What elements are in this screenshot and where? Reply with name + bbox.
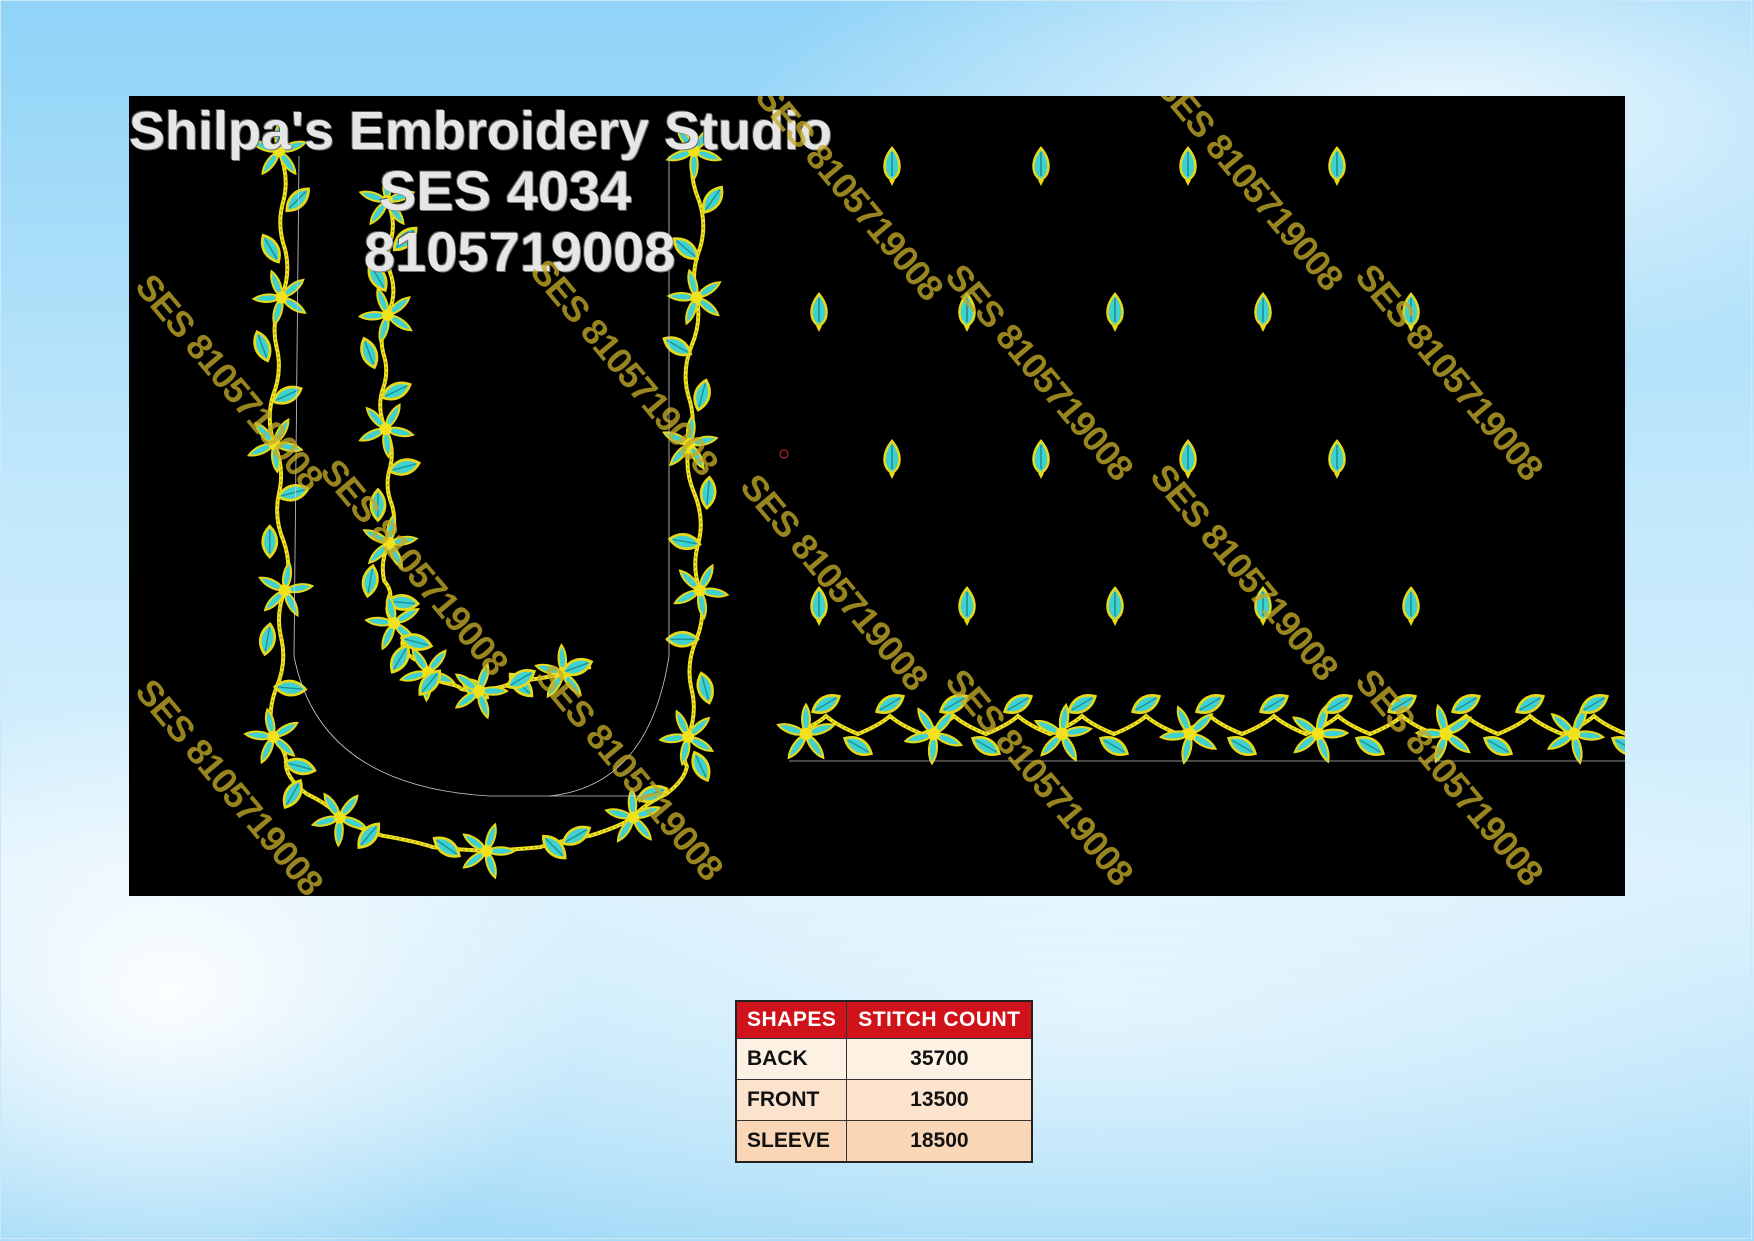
outer-neck-leaf-motif <box>261 524 279 559</box>
buti-motif <box>1328 146 1346 188</box>
outer-neck-flower-motif <box>650 696 729 776</box>
outer-neck-leaf-motif <box>686 748 716 785</box>
sleeve-border-leaf-motif <box>1351 730 1389 762</box>
outer-neck-leaf-motif <box>272 678 308 698</box>
outer-neck-leaf-motif <box>693 669 718 707</box>
shape-name: SLEEVE <box>735 1120 848 1163</box>
buti-motif <box>958 586 976 628</box>
stitch-count: 13500 <box>846 1079 1033 1121</box>
outer-neck-leaf-motif <box>665 630 700 648</box>
inner-neck-flower-motif <box>354 395 420 464</box>
inner-neck-leaf-motif <box>359 563 382 599</box>
outer-neck-leaf-motif <box>256 621 279 657</box>
buti-motif <box>1032 439 1050 481</box>
stitch-count-table: SHAPES STITCH COUNT BACK 35700 FRONT 135… <box>735 1000 1034 1163</box>
sleeve-border-leaf-motif <box>1607 730 1625 762</box>
buti-motif <box>883 439 901 481</box>
buti-motif <box>1106 586 1124 628</box>
stitch-count: 18500 <box>846 1120 1033 1163</box>
shape-name: FRONT <box>735 1079 848 1121</box>
stitch-count-header: STITCH COUNT <box>846 1000 1033 1039</box>
buti-motif <box>810 292 828 334</box>
buti-motif <box>1179 146 1197 188</box>
table-row: BACK 35700 <box>735 1038 1033 1080</box>
outer-neck-leaf-motif <box>249 328 276 365</box>
needle-start-marker <box>779 449 789 459</box>
sleeve-border-leaf-motif <box>839 730 877 762</box>
table-header-row: SHAPES STITCH COUNT <box>735 1000 1033 1039</box>
sleeve-border-leaf-motif <box>1223 730 1261 762</box>
buti-motif <box>1106 292 1124 334</box>
sleeve-border-leaf-motif <box>1479 730 1517 762</box>
buti-motif <box>1254 292 1272 334</box>
embroidery-design-canvas: Shilpa's Embroidery Studio SES 4034 8105… <box>129 96 1625 896</box>
buti-motif <box>1032 146 1050 188</box>
buti-motif <box>1402 586 1420 628</box>
shapes-header: SHAPES <box>735 1000 848 1039</box>
stitch-count: 35700 <box>846 1038 1033 1080</box>
table-row: SLEEVE 18500 <box>735 1120 1033 1163</box>
buti-motif <box>1328 439 1346 481</box>
outer-neck-flower-motif <box>247 554 324 629</box>
table-row: FRONT 13500 <box>735 1079 1033 1121</box>
outer-neck-leaf-motif <box>698 475 718 511</box>
shape-name: BACK <box>735 1038 848 1080</box>
outer-neck-flower-motif <box>669 558 733 624</box>
inner-neck-leaf-motif <box>355 334 383 372</box>
sleeve-border-leaf-motif <box>1095 730 1133 762</box>
outer-neck-leaf-motif <box>689 377 715 414</box>
